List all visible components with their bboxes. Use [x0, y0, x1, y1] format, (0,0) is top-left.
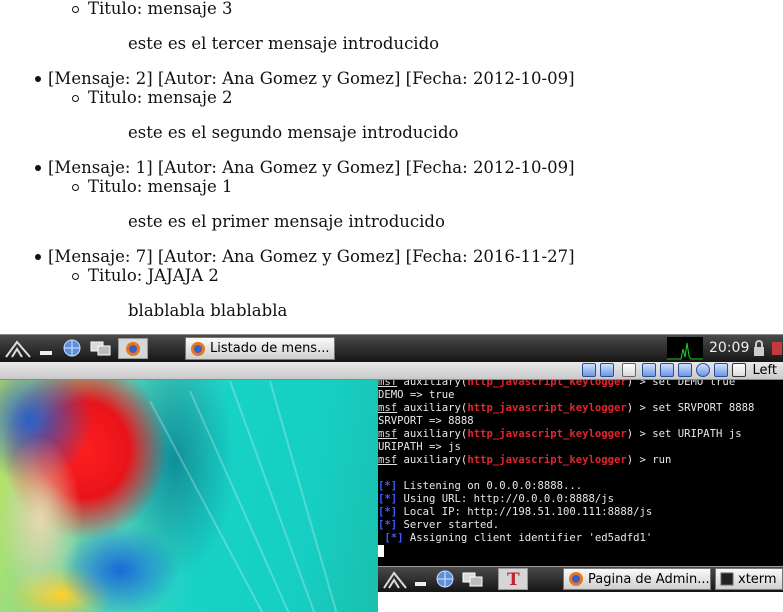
terminal-line: msf auxiliary(http_javascript_keylogger)… [378, 402, 755, 414]
bottom-strip [378, 592, 783, 612]
firefox-icon [569, 572, 583, 586]
terminal-line: DEMO => true [378, 389, 455, 401]
minimize-all-icon[interactable] [36, 338, 56, 359]
web-page-content: Titulo: mensaje 3 este es el tercer mens… [0, 0, 783, 334]
send-ctrl-alt-del-icon[interactable] [660, 363, 674, 377]
message-body: blablabla blablabla [128, 301, 288, 320]
taskbar-window-label: xterm [738, 571, 777, 587]
terminal-line: msf auxiliary(http_javascript_keylogger)… [378, 454, 672, 466]
message-title: Titulo: JAJAJA 2 [88, 266, 219, 285]
toggle-mode-icon[interactable] [696, 363, 710, 377]
cpu-monitor-graph [667, 337, 703, 360]
message-title: Titulo: mensaje 2 [88, 88, 233, 107]
refresh-screen-icon[interactable] [622, 363, 636, 377]
message-bullet [35, 76, 41, 82]
firefox-icon [191, 341, 205, 356]
mouse-button-label[interactable]: Left [753, 363, 777, 378]
wallpaper-streak [269, 380, 343, 612]
terminal-line: [*] Assigning client identifier 'ed5adfd… [384, 532, 653, 544]
start-menu-icon[interactable] [382, 569, 408, 590]
taskbar-window-listado[interactable]: Listado de mens... [185, 337, 335, 360]
network-globe-icon[interactable] [434, 569, 456, 590]
workspace-switcher-icon[interactable] [460, 569, 486, 590]
wallpaper-streak [149, 400, 273, 612]
terminal-cursor [378, 545, 384, 557]
terminal-window[interactable]: msf auxiliary(http_javascript_keylogger)… [378, 380, 783, 566]
terminal-launcher-icon[interactable]: T [498, 568, 528, 590]
terminal-line: SRVPORT => 8888 [378, 415, 474, 427]
taskbar-window-xterm[interactable]: xterm [715, 568, 783, 590]
message-bullet [35, 165, 41, 171]
title-bullet [72, 273, 79, 280]
message-header: [Mensaje: 7] [Autor: Ana Gomez y Gomez] … [48, 247, 575, 266]
fullscreen-icon[interactable] [642, 363, 656, 377]
taskbar-window-pagina-admin[interactable]: Pagina de Admin... [563, 568, 711, 590]
terminal-line: [*] Using URL: http://0.0.0.0:8888/js [378, 493, 614, 505]
xterm-icon [720, 572, 734, 586]
transfer-files-icon[interactable] [678, 363, 692, 377]
network-globe-icon[interactable] [60, 338, 84, 359]
terminal-prompt-line [378, 545, 783, 558]
terminal-line: msf auxiliary(http_javascript_keylogger)… [378, 428, 742, 440]
terminal-line: [*] Server started. [378, 519, 500, 531]
desktop-wallpaper [0, 380, 378, 612]
workspace-switcher-icon[interactable] [88, 338, 114, 359]
scroll-down-icon[interactable] [732, 363, 746, 377]
connection-info-icon[interactable] [600, 363, 614, 377]
message-bullet [35, 254, 41, 260]
start-menu-icon[interactable] [4, 338, 32, 359]
lock-screen-icon[interactable] [752, 338, 766, 359]
title-bullet [72, 184, 79, 191]
taskbar: Listado de mens... 20:09 [0, 334, 783, 362]
message-title: Titulo: mensaje 1 [88, 177, 233, 196]
options-icon[interactable] [582, 363, 596, 377]
taskbar-window-label: Listado de mens... [210, 341, 330, 356]
logout-icon[interactable] [771, 338, 783, 359]
clock: 20:09 [709, 340, 750, 356]
remote-taskbar: T Pagina de Admin... xterm [378, 566, 783, 592]
minimize-all-icon[interactable] [412, 569, 430, 590]
message-title: Titulo: mensaje 3 [88, 0, 233, 18]
terminal-line: [*] Local IP: http://198.51.100.111:8888… [378, 506, 653, 518]
terminal-line: URIPATH => js [378, 441, 461, 453]
message-header: [Mensaje: 2] [Autor: Ana Gomez y Gomez] … [48, 69, 575, 88]
svg-text:T: T [507, 570, 520, 589]
vnc-toolbar: Left [0, 362, 783, 380]
message-body: este es el primer mensaje introducido [128, 212, 445, 231]
zoom-icon[interactable] [714, 363, 728, 377]
terminal-line: [*] Listening on 0.0.0.0:8888... [378, 480, 583, 492]
message-body: este es el tercer mensaje introducido [128, 34, 440, 53]
message-header: [Mensaje: 1] [Autor: Ana Gomez y Gomez] … [48, 158, 575, 177]
message-body: este es el segundo mensaje introducido [128, 123, 459, 142]
title-bullet [72, 6, 79, 13]
firefox-launcher-icon[interactable] [118, 338, 148, 359]
terminal-line: msf auxiliary(http_javascript_keylogger)… [378, 380, 736, 388]
title-bullet [72, 95, 79, 102]
taskbar-window-label: Pagina de Admin... [588, 571, 710, 587]
